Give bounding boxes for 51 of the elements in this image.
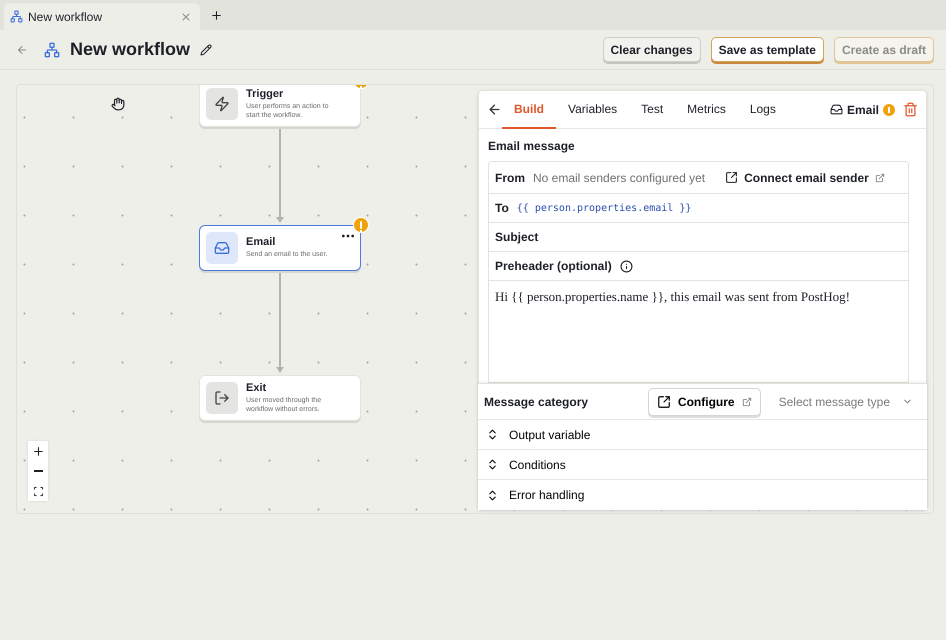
page-title: New workflow bbox=[70, 39, 190, 60]
close-icon[interactable] bbox=[180, 10, 192, 22]
panel-tab[interactable]: Logs bbox=[738, 90, 788, 128]
fit-view-icon bbox=[32, 486, 44, 496]
browser-tab[interactable]: New workflow bbox=[4, 3, 200, 30]
external-link-icon bbox=[725, 171, 738, 184]
input-field[interactable]: Preheader (optional) bbox=[489, 252, 908, 281]
header-button[interactable]: Save as template bbox=[710, 37, 824, 62]
edit-icon[interactable] bbox=[200, 44, 212, 56]
field-label: Message category bbox=[484, 394, 588, 408]
panel-tab[interactable]: Test bbox=[629, 90, 676, 128]
minus-icon bbox=[34, 470, 42, 472]
section-title: Email message bbox=[488, 139, 576, 153]
step-icon bbox=[214, 96, 230, 112]
step-icon bbox=[214, 390, 230, 406]
back-icon bbox=[487, 102, 502, 117]
panel-tab[interactable]: Variables bbox=[556, 90, 630, 128]
message-type-select[interactable]: Select message type bbox=[770, 394, 921, 408]
external-link-icon bbox=[656, 394, 671, 408]
configure-button[interactable]: Configure bbox=[648, 388, 761, 416]
input-field[interactable]: Subject bbox=[489, 223, 908, 252]
back-icon[interactable] bbox=[16, 44, 28, 56]
email-body-field[interactable]: Hi {{ person.properties.name }}, this email was sent from PostHog! bbox=[489, 281, 908, 313]
connect-link[interactable]: Connect email sender bbox=[725, 170, 885, 184]
node-title: Exit bbox=[246, 382, 268, 394]
fit-view-button[interactable] bbox=[28, 481, 48, 501]
trash-icon bbox=[903, 102, 918, 117]
step-icon bbox=[214, 240, 230, 256]
delete-button[interactable] bbox=[903, 102, 918, 117]
step-label: Email bbox=[846, 102, 879, 116]
workflow-icon bbox=[44, 42, 60, 58]
back-button[interactable] bbox=[487, 102, 502, 117]
new-tab-icon[interactable] bbox=[210, 9, 223, 22]
node-title: Email bbox=[246, 236, 276, 248]
field-value: No email senders configured yet bbox=[533, 170, 706, 184]
external-link-icon bbox=[874, 172, 885, 182]
node-title: Trigger bbox=[246, 88, 284, 100]
hand-cursor-icon bbox=[111, 97, 125, 111]
header-button[interactable]: Clear changes bbox=[602, 37, 701, 62]
panel-tab[interactable]: Metrics bbox=[675, 90, 738, 128]
workflow-icon bbox=[10, 10, 23, 23]
external-link-icon bbox=[742, 396, 752, 406]
zoom-in-button[interactable] bbox=[28, 441, 48, 461]
field-label: From bbox=[495, 170, 525, 184]
input-field[interactable]: To {{ person.properties.email }} bbox=[489, 194, 908, 223]
collapsible-section[interactable]: Output variable bbox=[478, 420, 927, 450]
panel-tab[interactable]: Build bbox=[502, 90, 556, 128]
collapsible-section[interactable]: Error handling bbox=[478, 480, 927, 510]
plus-icon bbox=[32, 444, 44, 458]
email-icon bbox=[830, 103, 843, 116]
collapsible-section[interactable]: Conditions bbox=[478, 450, 927, 480]
